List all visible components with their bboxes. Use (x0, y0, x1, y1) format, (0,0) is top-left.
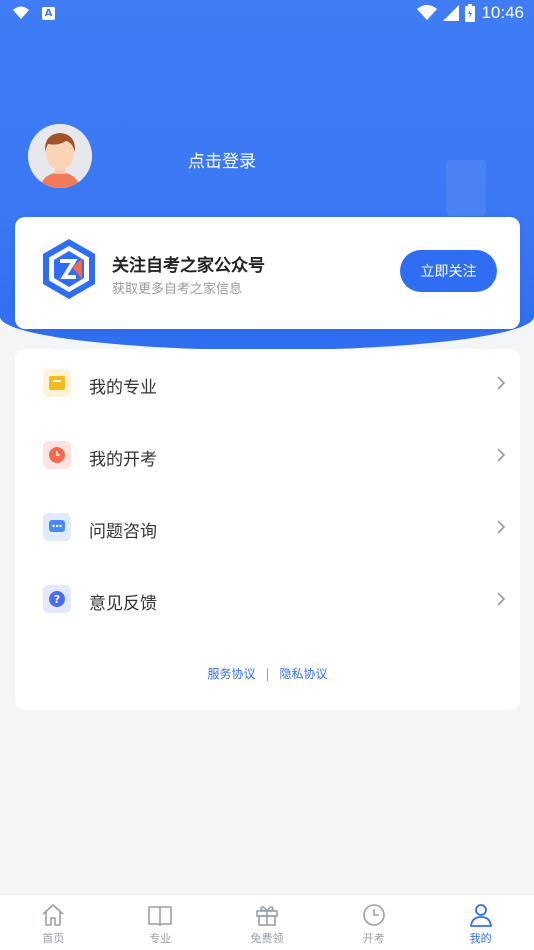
follow-now-button[interactable]: 立即关注 (400, 250, 497, 292)
bottom-tab-bar: 首页 专业 免费领 开考 我的 (0, 894, 534, 950)
menu-item-label: 我的专业 (89, 378, 157, 398)
notification-a-icon: A (42, 6, 55, 20)
svg-text:?: ? (54, 593, 60, 606)
tab-label: 我的 (469, 932, 492, 945)
chevron-right-icon (497, 376, 506, 390)
chevron-right-icon (497, 592, 506, 606)
tab-free[interactable]: 免费领 (214, 895, 321, 950)
chat-icon (43, 513, 71, 541)
agreement-separator: | (265, 667, 270, 681)
menu-card: 我的专业 我的开考 问题咨询 ? 意见反馈 服务协议 | 隐私协议 (15, 349, 520, 710)
chevron-right-icon (497, 448, 506, 462)
menu-item-feedback[interactable]: ? 意见反馈 (15, 569, 520, 629)
status-bar: A 10:46 (0, 0, 534, 28)
avatar-illustration-icon (28, 124, 92, 188)
clock-icon (43, 441, 71, 469)
menu-item-label: 问题咨询 (89, 522, 157, 542)
menu-item-my-exam[interactable]: 我的开考 (15, 425, 520, 485)
clock-time: 10:46 (481, 3, 524, 22)
follow-subtitle: 获取更多自考之家信息 (112, 282, 243, 297)
login-link[interactable]: 点击登录 (188, 147, 256, 172)
tab-label: 首页 (42, 932, 65, 945)
wifi-icon (13, 6, 29, 19)
tab-major[interactable]: 专业 (107, 895, 214, 950)
follow-title: 关注自考之家公众号 (112, 256, 265, 276)
home-icon (42, 904, 64, 926)
user-icon (469, 904, 492, 927)
tab-label: 开考 (362, 932, 385, 945)
tab-home[interactable]: 首页 (0, 895, 107, 950)
menu-item-label: 我的开考 (89, 450, 157, 470)
gift-icon (256, 906, 278, 926)
decorative-shape (446, 160, 486, 216)
wifi-signal-icon (417, 5, 438, 20)
tab-mine[interactable]: 我的 (427, 895, 534, 950)
tab-label: 专业 (149, 932, 172, 945)
service-agreement-link[interactable]: 服务协议 (207, 667, 255, 681)
privacy-agreement-link[interactable]: 隐私协议 (280, 667, 328, 681)
menu-item-consultation[interactable]: 问题咨询 (15, 497, 520, 557)
question-icon: ? (43, 585, 71, 613)
battery-icon (465, 4, 476, 22)
tab-exam[interactable]: 开考 (320, 895, 427, 950)
tab-label: 免费领 (250, 932, 284, 945)
agreement-links: 服务协议 | 隐私协议 (15, 665, 520, 682)
avatar[interactable] (28, 124, 92, 188)
follow-official-account-card: 关注自考之家公众号 获取更多自考之家信息 立即关注 (15, 217, 520, 329)
clock-icon (362, 904, 385, 926)
book-icon (148, 906, 172, 926)
menu-item-my-major[interactable]: 我的专业 (15, 353, 520, 413)
menu-item-label: 意见反馈 (89, 594, 157, 614)
folder-icon (43, 369, 71, 397)
cell-signal-icon (443, 5, 460, 21)
chevron-right-icon (497, 520, 506, 534)
app-logo-icon (43, 239, 95, 299)
